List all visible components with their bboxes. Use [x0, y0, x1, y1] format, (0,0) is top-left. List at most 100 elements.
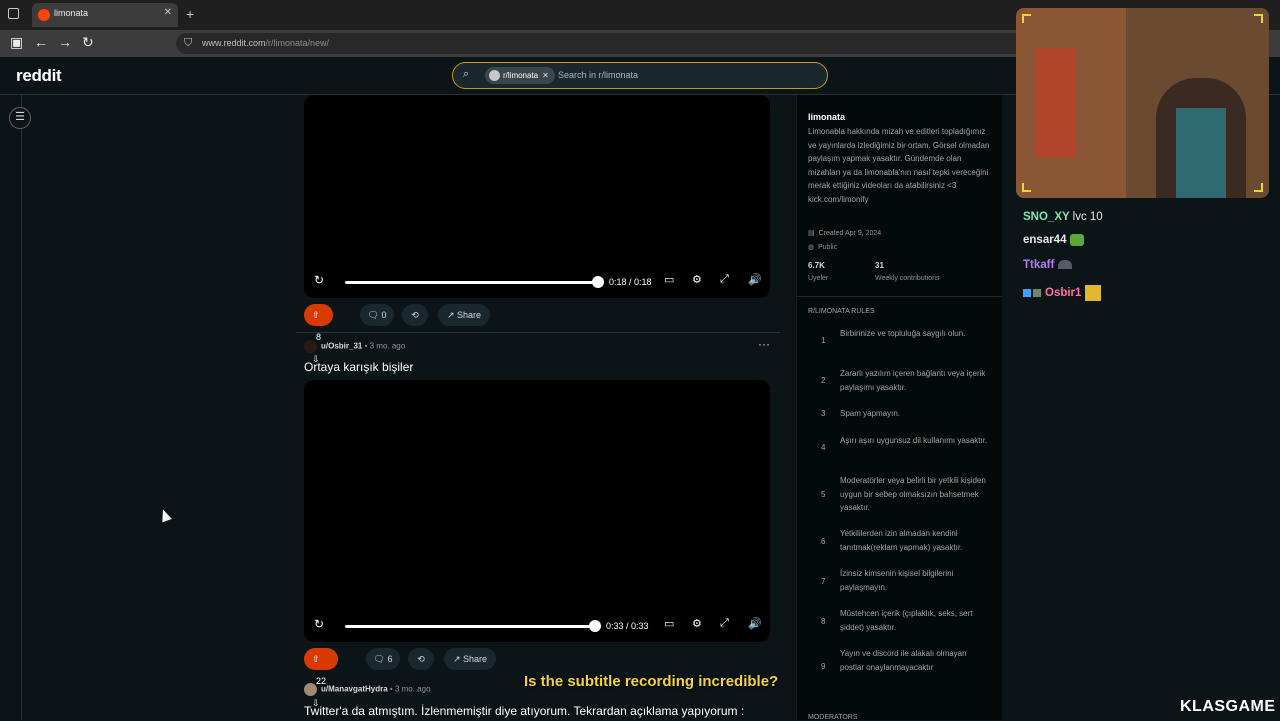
vote-pill[interactable]: ⇧ 8 ⇩ [304, 304, 334, 364]
frame-corner [1022, 14, 1031, 23]
share-button[interactable]: ↗ Share [444, 648, 496, 670]
video-player[interactable]: ↻ 0:18 / 0:18 ▭ ⚙ ⤢ 🔊 [304, 95, 770, 298]
brand-watermark: KLASGAME [1180, 698, 1276, 715]
rule-number: 6 [821, 537, 826, 546]
rule-item[interactable]: Aşırı aşırı uygunsuz dil kullanımı yasak… [840, 434, 990, 448]
frame-corner [1022, 183, 1031, 192]
crosspost-icon: ⟲ [411, 310, 419, 320]
post-title[interactable]: Ortaya karışık bişiler [304, 360, 413, 374]
rule-number: 8 [821, 617, 826, 626]
share-icon: ↗ [446, 310, 455, 320]
tab-list-icon[interactable] [8, 8, 19, 19]
upvote-icon[interactable]: ⇧ [312, 654, 320, 664]
rule-number: 4 [821, 443, 826, 452]
video-controls: ↻ 0:33 / 0:33 ▭ ⚙ ⤢ 🔊 [304, 616, 770, 636]
chat-message: ensar44 [1023, 234, 1084, 246]
back-icon[interactable]: ← [34, 34, 48, 50]
members-count: 6.7K [808, 261, 825, 270]
captions-icon[interactable]: ▭ [664, 273, 674, 286]
fullscreen-icon[interactable]: ⤢ [720, 617, 729, 630]
rule-item[interactable]: Yetkililerden izin almadan kendini tanıt… [840, 527, 990, 554]
browser-tab[interactable]: limonata ✕ [32, 3, 178, 27]
contributions-label: Weekly contributions [875, 275, 940, 282]
comment-icon: 🗨 [373, 654, 385, 664]
rule-item[interactable]: Spam yapmayın. [840, 407, 990, 421]
post-author[interactable]: u/Osbir_31 [321, 342, 362, 351]
volume-icon[interactable]: 🔊 [748, 273, 762, 286]
close-tab-icon[interactable]: ✕ [164, 7, 172, 18]
post-divider [296, 332, 780, 333]
progress-knob[interactable] [592, 276, 604, 288]
menu-toggle-icon[interactable]: ☰ [9, 107, 31, 129]
chat-message: Osbir1 [1023, 285, 1101, 301]
post-author[interactable]: u/ManavgatHydra [321, 685, 388, 694]
post-meta: u/Osbir_31 • 3 mo. ago [304, 340, 405, 353]
rule-item[interactable]: Moderatörler veya belirli bir yetkili ki… [840, 474, 990, 515]
user-avatar[interactable] [304, 683, 317, 696]
post-title[interactable]: Twitter'a da atmıştım. İzlenmemiştir diy… [304, 704, 744, 718]
video-controls: ↻ 0:18 / 0:18 ▭ ⚙ ⤢ 🔊 [304, 272, 770, 292]
cake-icon: ▤ [808, 230, 815, 237]
progress-knob[interactable] [589, 620, 601, 632]
visibility-info: ◍ Public [808, 243, 837, 251]
left-nav-rail [0, 95, 22, 720]
settings-gear-icon[interactable]: ⚙ [692, 617, 702, 630]
chat-user: Osbir1 [1045, 287, 1082, 300]
comment-count: 6 [387, 654, 393, 664]
volume-icon[interactable]: 🔊 [748, 617, 762, 630]
crosspost-button[interactable]: ⟲ [402, 304, 428, 326]
sidebar-toggle-icon[interactable]: ▣ [10, 34, 23, 51]
share-label: Share [463, 654, 488, 664]
rules-heading: R/LIMONATA RULES [808, 308, 875, 315]
video-player[interactable]: ↻ 0:33 / 0:33 ▭ ⚙ ⤢ 🔊 [304, 380, 770, 642]
subreddit-search-chip[interactable]: r/limonata ✕ [485, 67, 555, 84]
video-time: 0:33 / 0:33 [606, 621, 649, 631]
vote-pill[interactable]: ⇧ 22 ⇩ [304, 648, 339, 708]
rule-item[interactable]: Zararlı yazılım içeren bağlantı veya içe… [840, 367, 990, 394]
rule-item[interactable]: Birbirinize ve topluluğa saygılı olun. [840, 327, 990, 341]
badge-icon [1023, 289, 1031, 297]
comments-button[interactable]: 🗨 0 [360, 304, 394, 326]
comment-icon: 🗨 [367, 310, 379, 320]
replay-icon[interactable]: ↻ [314, 617, 324, 631]
reddit-logo[interactable]: reddit [16, 66, 62, 86]
chip-label: r/limonata [503, 71, 539, 80]
subreddit-avatar-icon [489, 70, 500, 81]
settings-gear-icon[interactable]: ⚙ [692, 273, 702, 286]
chat-user: SNO_XY [1023, 211, 1070, 223]
chat-message: SNO_XY lvc 10 [1023, 211, 1103, 223]
forward-icon[interactable]: → [58, 34, 72, 50]
share-button[interactable]: ↗ Share [438, 304, 490, 326]
chip-remove-icon[interactable]: ✕ [542, 71, 549, 80]
user-avatar[interactable] [304, 340, 317, 353]
url-text: www.reddit.com/r/limonata/new/ [202, 38, 329, 48]
replay-icon[interactable]: ↻ [314, 273, 324, 287]
progress-track[interactable] [345, 281, 598, 284]
reddit-favicon-icon [38, 9, 50, 21]
search-placeholder: Search in r/limonata [558, 70, 639, 80]
site-info-icon[interactable]: ⛉ [184, 37, 192, 50]
fullscreen-icon[interactable]: ⤢ [720, 273, 729, 286]
webcam-overlay [1016, 8, 1269, 198]
comment-count: 0 [381, 310, 387, 320]
rule-item[interactable]: Yayın ve discord ile alakalı olmayan pos… [840, 647, 990, 674]
captions-icon[interactable]: ▭ [664, 617, 674, 630]
chat-user: ensar44 [1023, 234, 1067, 247]
new-tab-button[interactable]: + [186, 6, 194, 22]
comments-button[interactable]: 🗨 6 [366, 648, 400, 670]
progress-track[interactable] [345, 625, 595, 628]
more-options-icon[interactable]: ··· [758, 337, 770, 351]
rule-item[interactable]: Müstehcen içerik (çıplaklık, seks, sert … [840, 607, 990, 634]
webcam-shirt [1176, 108, 1226, 198]
sidebar-divider [796, 296, 1002, 297]
address-field[interactable]: ⛉ www.reddit.com/r/limonata/new/ [176, 33, 1036, 54]
reload-icon[interactable]: ↻ [82, 34, 94, 51]
visibility-label: Public [818, 244, 838, 251]
crosspost-button[interactable]: ⟲ [408, 648, 434, 670]
rule-item[interactable]: İzinsiz kimsenin kişisel bilgilerini pay… [840, 567, 990, 594]
video-time: 0:18 / 0:18 [609, 277, 652, 287]
search-bar[interactable]: ⌕ r/limonata ✕ Search in r/limonata [452, 62, 828, 89]
upvote-icon[interactable]: ⇧ [312, 310, 320, 320]
video-subtitle: Is the subtitle recording incredible? [524, 673, 779, 690]
chat-text: lvc 10 [1072, 211, 1103, 223]
